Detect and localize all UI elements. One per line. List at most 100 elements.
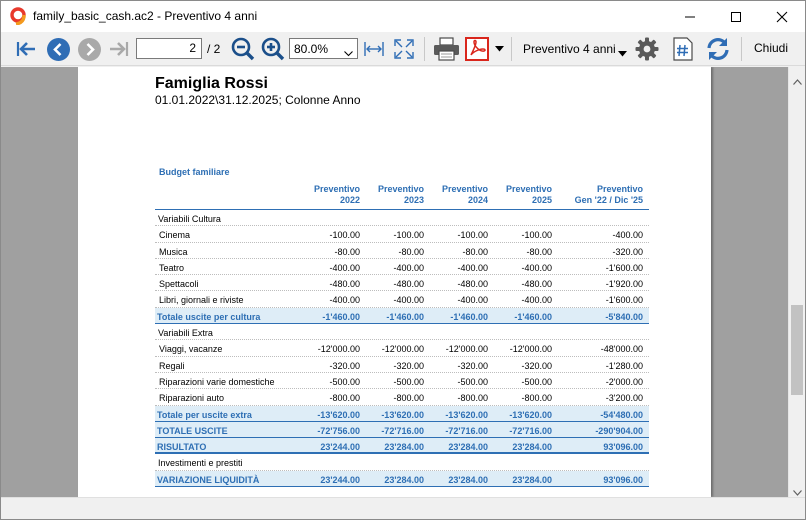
table-row: Musica -80.00 -80.00 -80.00 -80.00 -320.00 <box>155 243 649 259</box>
preview-viewport[interactable]: Famiglia Rossi 01.01.2022\31.12.2025; Co… <box>1 67 788 497</box>
table-row: Spettacoli -480.00 -480.00 -480.00 -480.00 -1… <box>155 275 649 292</box>
numbering-button[interactable] <box>671 36 695 62</box>
first-page-icon <box>15 40 37 58</box>
table-cell: -3'200.00 <box>605 393 643 404</box>
table-cell: 23'284.00 <box>512 442 552 453</box>
row-label: Totale per uscite extra <box>157 409 252 420</box>
column-header-line: Preventivo <box>441 184 488 194</box>
table-body: Variabili Cultura Cinema -100.00 -100.00 -10… <box>155 210 649 488</box>
column-header: Preventivo 2023 <box>354 184 424 206</box>
close-preview-button[interactable]: Chiudi <box>743 41 799 55</box>
table-cell: -72'716.00 <box>509 425 552 436</box>
title-bar: family_basic_cash.ac2 - Preventivo 4 ann… <box>1 1 805 32</box>
page-total-label: / 2 <box>207 42 221 56</box>
row-label: Musica <box>159 246 188 257</box>
table-cell: -800.00 <box>521 393 552 404</box>
table-cell: -2'000.00 <box>605 376 643 387</box>
app-logo-icon <box>9 7 27 26</box>
table-cell: -100.00 <box>521 230 552 241</box>
fit-page-icon <box>393 38 415 60</box>
group-row: Variabili Cultura <box>155 210 649 227</box>
fit-width-button[interactable] <box>362 37 386 61</box>
total-row: Totale uscite per cultura -1'460.00 -1'460… <box>155 307 649 325</box>
table-cell: -400.00 <box>521 262 552 273</box>
settings-button[interactable] <box>634 36 660 62</box>
total-row: TOTALE USCITE -72'756.00 -72'716.00 -72'716… <box>155 421 649 439</box>
table-cell: -1'600.00 <box>605 295 643 306</box>
status-bar <box>1 497 805 519</box>
print-button[interactable] <box>432 36 460 62</box>
previous-page-button[interactable] <box>45 36 71 62</box>
row-label: Investimenti e prestiti <box>158 458 243 469</box>
table-title: Budget familiare <box>159 167 230 177</box>
row-label: Riparazioni varie domestiche <box>159 376 275 387</box>
table-cell: 93'096.00 <box>603 474 643 485</box>
table-row: Regali -320.00 -320.00 -320.00 -320.00 -1'280… <box>155 357 649 373</box>
refresh-button[interactable] <box>704 36 732 62</box>
toolbar: 2 / 2 80.0% Preventivo 4 anni Chiudi <box>1 32 805 66</box>
row-label: RISULTATO <box>157 442 207 453</box>
fit-page-button[interactable] <box>392 37 416 61</box>
zoom-value: 80.0% <box>294 42 329 56</box>
budget-table: Preventivo 2022 Preventivo 2023 Preventivo 20… <box>155 183 649 488</box>
table-cell: -5'840.00 <box>605 311 643 322</box>
fit-width-icon <box>363 39 385 59</box>
row-label: VARIAZIONE LIQUIDITÀ <box>157 474 260 485</box>
export-pdf-button[interactable] <box>464 36 490 62</box>
last-page-icon <box>108 40 130 58</box>
row-label: Riparazioni auto <box>159 393 225 404</box>
table-header: Preventivo 2022 Preventivo 2023 Preventivo 20… <box>155 183 649 210</box>
vertical-scrollbar[interactable] <box>788 67 805 497</box>
column-header-line: 2024 <box>467 195 488 205</box>
table-cell: -400.00 <box>612 230 643 241</box>
column-header-line: 2022 <box>339 195 360 205</box>
zoom-select[interactable]: 80.0% <box>289 38 358 59</box>
row-label: Spettacoli <box>159 279 199 290</box>
table-cell: -320.00 <box>521 360 552 371</box>
scroll-up-icon[interactable] <box>793 72 802 90</box>
total-row: Totale per uscite extra -13'620.00 -13'620… <box>155 405 649 422</box>
hash-page-icon <box>673 37 693 61</box>
previous-page-icon <box>46 37 71 62</box>
minimize-button[interactable] <box>667 1 713 32</box>
zoom-out-button[interactable] <box>230 36 256 62</box>
report-subtitle: 01.01.2022\31.12.2025; Colonne Anno <box>155 93 361 107</box>
table-cell: -320.00 <box>612 246 643 257</box>
row-label: Libri, giornali e riviste <box>159 295 244 306</box>
column-header-line: Preventivo <box>596 184 643 194</box>
zoom-in-icon <box>261 37 285 61</box>
last-page-button[interactable] <box>107 38 131 60</box>
column-header: Preventivo 2022 <box>290 184 360 206</box>
page-number-input[interactable]: 2 <box>136 38 202 59</box>
column-header-line: 2023 <box>403 195 424 205</box>
table-row: Riparazioni auto -800.00 -800.00 -800.00 -80… <box>155 389 649 406</box>
next-page-button[interactable] <box>76 36 102 62</box>
layout-select[interactable]: Preventivo 4 anni <box>517 38 629 59</box>
scrollbar-thumb[interactable] <box>791 305 803 395</box>
close-window-button[interactable] <box>759 1 805 32</box>
table-row: Riparazioni varie domestiche -500.00 -500.… <box>155 373 649 390</box>
first-page-button[interactable] <box>14 38 38 60</box>
zoom-in-button[interactable] <box>260 36 286 62</box>
row-label: TOTALE USCITE <box>157 425 228 436</box>
report-page: Famiglia Rossi 01.01.2022\31.12.2025; Co… <box>78 67 711 497</box>
gear-icon <box>635 37 659 61</box>
column-header: Preventivo Gen '22 / Dic '25 <box>533 184 643 206</box>
table-cell: -290'904.00 <box>595 425 643 436</box>
table-cell: -400.00 <box>521 295 552 306</box>
table-cell: -48'000.00 <box>600 344 643 355</box>
row-label: Teatro <box>159 262 185 273</box>
table-cell: -54'480.00 <box>600 409 643 420</box>
table-cell: -1'280.00 <box>605 360 643 371</box>
layout-value: Preventivo 4 anni <box>523 42 616 56</box>
table-cell: -13'620.00 <box>509 409 552 420</box>
row-label: Regali <box>159 360 185 371</box>
toolbar-separator <box>424 37 425 61</box>
maximize-button[interactable] <box>713 1 759 32</box>
row-label: Totale uscite per cultura <box>157 311 261 322</box>
pdf-icon <box>465 37 489 61</box>
table-cell: 93'096.00 <box>603 442 643 453</box>
export-menu-button[interactable] <box>493 42 505 56</box>
table-cell: 23'284.00 <box>512 474 552 485</box>
table-cell: -500.00 <box>521 376 552 387</box>
